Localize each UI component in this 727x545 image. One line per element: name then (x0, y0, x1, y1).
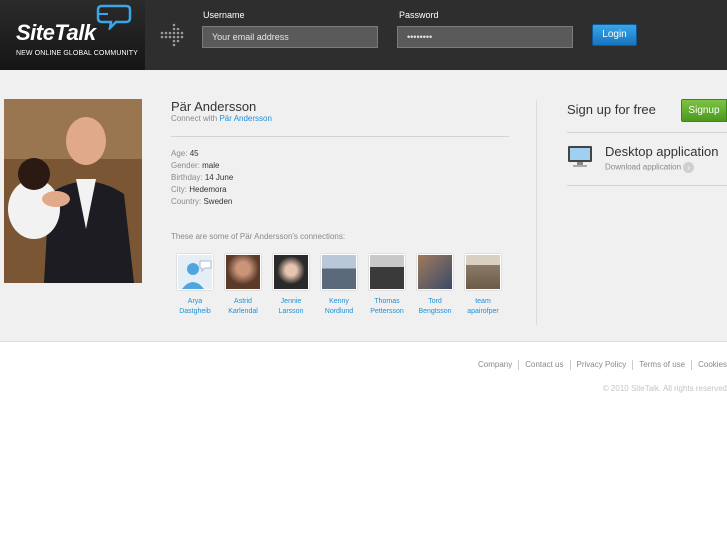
profile-photo (4, 99, 142, 283)
city-label: City: (171, 185, 187, 194)
login-button[interactable]: Login (592, 24, 637, 46)
country-value: Sweden (203, 197, 233, 206)
connection-item[interactable]: Tord Bengtsson (411, 254, 459, 317)
password-input[interactable]: •••••••• (397, 26, 573, 48)
connections-title: These are some of Pär Andersson's connec… (171, 232, 346, 241)
connection-name[interactable]: Arya Dastgheib (171, 297, 219, 317)
copyright: © 2010 SiteTalk. All rights reserved (602, 384, 727, 393)
gender-row: Gender: male (171, 161, 219, 170)
age-label: Age: (171, 149, 188, 158)
connection-avatar[interactable] (273, 254, 309, 290)
sidebar-divider (567, 185, 727, 186)
connection-name[interactable]: Kenny Nordlund (315, 297, 363, 317)
city-row: City: Hedemora (171, 185, 227, 194)
footer-link-cookies[interactable]: Cookies (692, 360, 727, 369)
footer-links: Company Contact us Privacy Policy Terms of … (472, 360, 727, 370)
username-label: Username (203, 10, 245, 20)
connection-name[interactable]: Thomas Pettersson (363, 297, 411, 317)
connection-item[interactable]: Thomas Pettersson (363, 254, 411, 317)
default-user-icon (182, 260, 212, 289)
vertical-divider (536, 100, 537, 325)
connection-avatar[interactable] (369, 254, 405, 290)
signup-button[interactable]: Signup (681, 99, 727, 122)
country-label: Country: (171, 197, 202, 206)
arrow-right-icon: › (683, 162, 695, 173)
profile-name: Pär Andersson (171, 99, 257, 114)
username-input[interactable]: Your email address (202, 26, 378, 48)
birthday-row: Birthday: 14 June (171, 173, 233, 182)
connection-avatar[interactable] (225, 254, 261, 290)
city-value: Hedemora (189, 185, 227, 194)
connect-line: Connect with Pär Andersson (171, 114, 272, 123)
connection-avatar[interactable] (177, 254, 213, 290)
signup-text: Sign up for free (567, 102, 656, 117)
monitor-icon (568, 146, 592, 167)
footer-link-contact[interactable]: Contact us (519, 360, 569, 369)
connection-name[interactable]: Jennie Larsson (267, 297, 315, 317)
logo-text: SiteTalk (16, 20, 96, 45)
logo-tagline: NEW ONLINE GLOBAL COMMUNITY (16, 50, 138, 57)
speech-bubble-icon (96, 4, 132, 30)
footer-link-terms[interactable]: Terms of use (633, 360, 691, 369)
connection-avatar[interactable] (465, 254, 501, 290)
birthday-value: 14 June (204, 173, 234, 182)
connection-item[interactable]: Astrid Karlendal (219, 254, 267, 317)
connection-avatar[interactable] (417, 254, 453, 290)
profile-photo-image (4, 99, 142, 283)
birthday-label: Birthday: (171, 173, 203, 182)
connection-item[interactable]: Jennie Larsson (267, 254, 315, 317)
dotted-arrow-icon (160, 23, 184, 47)
age-row: Age: 45 (171, 149, 199, 158)
download-app-link[interactable]: Download application › (605, 162, 695, 173)
footer-link-privacy[interactable]: Privacy Policy (571, 360, 633, 369)
connect-prefix: Connect with (171, 114, 220, 123)
connection-name[interactable]: Tord Bengtsson (411, 297, 459, 317)
header: SiteTalk NEW ONLINE GLOBAL COMMUNITY Use… (0, 0, 727, 70)
connection-item[interactable]: team apairofper (459, 254, 507, 317)
connection-avatar[interactable] (321, 254, 357, 290)
gender-label: Gender: (171, 161, 200, 170)
country-row: Country: Sweden (171, 197, 232, 206)
divider (171, 136, 509, 137)
connection-item[interactable]: Kenny Nordlund (315, 254, 363, 317)
gender-value: male (202, 161, 220, 170)
password-label: Password (399, 10, 439, 20)
connect-link[interactable]: Pär Andersson (219, 114, 271, 123)
connection-item[interactable]: Arya Dastgheib (171, 254, 219, 317)
sitetalk-logo[interactable]: SiteTalk NEW ONLINE GLOBAL COMMUNITY (0, 0, 145, 70)
sidebar-divider (567, 132, 727, 133)
age-value: 45 (189, 149, 199, 158)
connection-name[interactable]: team apairofper (459, 297, 507, 317)
desktop-app-title[interactable]: Desktop application (605, 144, 718, 159)
profile-section: Pär Andersson Connect with Pär Andersson… (0, 70, 727, 342)
footer-link-company[interactable]: Company (472, 360, 518, 369)
connection-name[interactable]: Astrid Karlendal (219, 297, 267, 317)
